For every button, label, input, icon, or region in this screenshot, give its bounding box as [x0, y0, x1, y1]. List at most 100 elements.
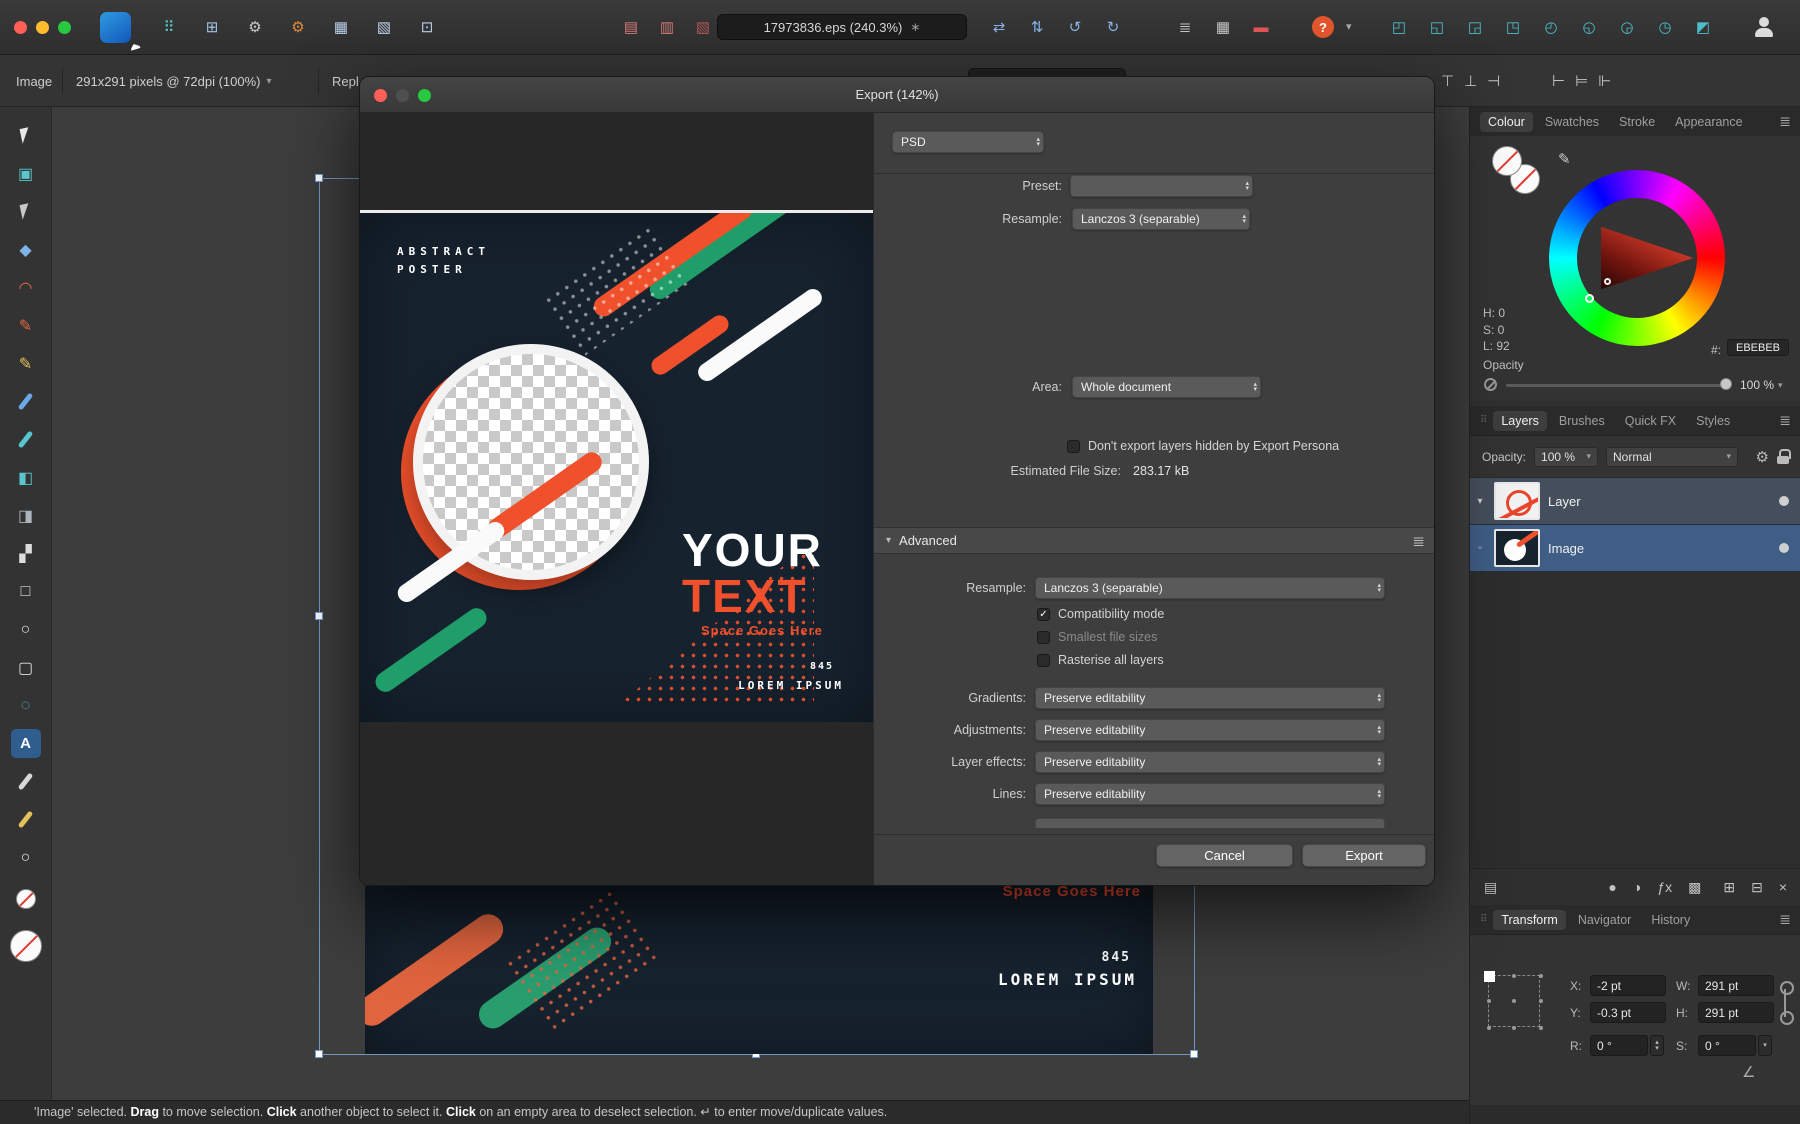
- h-input[interactable]: 291 pt: [1698, 1002, 1774, 1023]
- apps-grid-icon[interactable]: ⠿: [156, 15, 182, 39]
- insert-on-top-icon[interactable]: ▧: [690, 15, 716, 39]
- selection-handle-mid-left[interactable]: [315, 612, 323, 620]
- export-persona-icon[interactable]: ◰: [1386, 15, 1412, 39]
- shear-dropdown[interactable]: ▾: [1758, 1035, 1772, 1056]
- tab-appearance[interactable]: Appearance: [1667, 112, 1750, 132]
- flip-vertical-icon[interactable]: ⇅: [1024, 15, 1050, 39]
- panel-grip-icon[interactable]: ⠿: [1480, 415, 1487, 426]
- help-icon[interactable]: ?: [1312, 16, 1334, 38]
- add-layer-icon[interactable]: ⊞: [1723, 879, 1735, 896]
- advanced-menu-icon[interactable]: ≣: [1412, 532, 1425, 550]
- rectangle-tool-icon[interactable]: □: [11, 577, 41, 606]
- export-button[interactable]: Export: [1302, 844, 1426, 867]
- fill-colour-well[interactable]: [1492, 146, 1522, 176]
- layer-lock-icon[interactable]: [1777, 449, 1789, 464]
- point-transform-tool-icon[interactable]: ◆: [11, 235, 41, 264]
- compatibility-mode-checkbox[interactable]: ✓ Compatibility mode: [1037, 606, 1164, 622]
- layer-visibility-toggle[interactable]: [1779, 496, 1789, 506]
- replace-button[interactable]: Repl: [332, 55, 359, 107]
- document-title-dropdown[interactable]: 17973836.eps (240.3%) ∗: [717, 14, 967, 40]
- effects-panel-icon[interactable]: ◵: [1576, 15, 1602, 39]
- colour-picker-tool-icon[interactable]: [11, 767, 41, 796]
- stock-panel-icon[interactable]: ◳: [1500, 15, 1526, 39]
- tab-history[interactable]: History: [1643, 910, 1698, 930]
- tab-quick-fx[interactable]: Quick FX: [1617, 411, 1684, 431]
- minimize-window-button[interactable]: [36, 21, 49, 34]
- format-dropdown[interactable]: PSD ▴▾: [892, 131, 1044, 153]
- fx-icon[interactable]: ƒx: [1657, 879, 1672, 895]
- panel-menu-icon[interactable]: ≣: [1779, 412, 1791, 429]
- ruler-tool-icon[interactable]: [11, 805, 41, 834]
- snapping-candidates-icon[interactable]: ▧: [371, 15, 397, 39]
- shear-input[interactable]: 0 °: [1698, 1035, 1756, 1056]
- layers-opacity-dropdown[interactable]: 100 % ▾: [1534, 447, 1598, 467]
- tab-transform[interactable]: Transform: [1493, 910, 1566, 930]
- fullscreen-window-button[interactable]: [58, 21, 71, 34]
- panel-grip-icon[interactable]: ⠿: [1480, 914, 1487, 925]
- align-icon[interactable]: ≣: [1172, 15, 1198, 39]
- tab-swatches[interactable]: Swatches: [1537, 112, 1607, 132]
- shape-tool-icon[interactable]: ◌: [11, 691, 41, 720]
- resample-dropdown[interactable]: Lanczos 3 (separable) ▴▾: [1072, 208, 1250, 230]
- zoom-tool-icon[interactable]: ○: [11, 843, 41, 872]
- layers-panel-icon[interactable]: ◴: [1538, 15, 1564, 39]
- layer-settings-gear-icon[interactable]: ⚙: [1756, 448, 1769, 466]
- artboard-tool-icon[interactable]: ▣: [11, 159, 41, 188]
- adjustment-icon[interactable]: ◑: [1633, 879, 1641, 895]
- rotation-input[interactable]: 0 °: [1590, 1035, 1648, 1056]
- panel-menu-icon[interactable]: ≣: [1779, 113, 1791, 130]
- flip-horizontal-icon[interactable]: ⇄: [986, 15, 1012, 39]
- crop-tool-icon[interactable]: ▞: [11, 539, 41, 568]
- add-group-icon[interactable]: ⊟: [1751, 879, 1763, 896]
- preferences-gear-icon[interactable]: ⚙: [242, 15, 268, 39]
- x-input[interactable]: -2 pt: [1590, 975, 1666, 996]
- ellipse-tool-icon[interactable]: ○: [11, 615, 41, 644]
- colour-picker-icon[interactable]: ✎: [1558, 150, 1571, 168]
- history-panel-icon[interactable]: ◶: [1614, 15, 1640, 39]
- toolbar-overflow-chevron-icon[interactable]: ▾: [1346, 20, 1352, 33]
- pen-tool-icon[interactable]: ✎: [11, 311, 41, 340]
- fill-tool-icon[interactable]: ◧: [11, 463, 41, 492]
- lines-dropdown[interactable]: Preserve editability ▴▾: [1035, 783, 1385, 805]
- rotation-stepper[interactable]: ▴▾: [1650, 1035, 1664, 1056]
- panel-menu-icon[interactable]: ≣: [1779, 911, 1791, 928]
- stroke-colour-well[interactable]: [10, 930, 42, 962]
- layer-expand-icon[interactable]: ▫: [1474, 543, 1486, 554]
- tab-stroke[interactable]: Stroke: [1611, 112, 1663, 132]
- area-dropdown[interactable]: Whole document ▴▾: [1072, 376, 1261, 398]
- table-icon[interactable]: ▦: [1210, 15, 1236, 39]
- shear-mode-icon[interactable]: ∠: [1742, 1063, 1755, 1081]
- layer-thumbnail[interactable]: [1494, 529, 1540, 567]
- tab-colour[interactable]: Colour: [1480, 112, 1533, 132]
- rotate-ccw-icon[interactable]: ↺: [1062, 15, 1088, 39]
- advanced-resample-dropdown[interactable]: Lanczos 3 (separable) ▴▾: [1035, 577, 1385, 599]
- dialog-close-button[interactable]: [374, 89, 387, 102]
- advanced-section-header[interactable]: ▾ Advanced ≣: [874, 527, 1435, 554]
- text-tool-icon[interactable]: A: [11, 729, 41, 758]
- layer-expand-icon[interactable]: ▾: [1474, 496, 1486, 507]
- colour-wheel[interactable]: [1549, 170, 1725, 346]
- settings-gear-icon[interactable]: ⚙: [285, 15, 311, 39]
- tab-brushes[interactable]: Brushes: [1551, 411, 1613, 431]
- node-tool-icon[interactable]: [11, 197, 41, 226]
- layer-effects-dropdown[interactable]: Preserve editability ▴▾: [1035, 751, 1385, 773]
- pencil-tool-icon[interactable]: ✎: [11, 349, 41, 378]
- smallest-file-sizes-checkbox[interactable]: Smallest file sizes: [1037, 629, 1164, 645]
- layer-row[interactable]: ▾ Layer: [1470, 478, 1800, 525]
- layer-thumbnail[interactable]: [1494, 482, 1540, 520]
- align-bottom-icon[interactable]: ⊥: [1464, 72, 1477, 90]
- comment-icon[interactable]: ◲: [1462, 15, 1488, 39]
- snapping-options-icon[interactable]: ⊡: [414, 15, 440, 39]
- pages-icon[interactable]: ▤: [1484, 879, 1497, 896]
- opacity-slider[interactable]: [1506, 384, 1728, 387]
- transparency-tool-icon[interactable]: ◨: [11, 501, 41, 530]
- rotate-cw-icon[interactable]: ↻: [1100, 15, 1126, 39]
- w-input[interactable]: 291 pt: [1698, 975, 1774, 996]
- selection-handle-bottom-right[interactable]: [1190, 1050, 1198, 1058]
- snapping-icon[interactable]: ▦: [328, 15, 354, 39]
- y-input[interactable]: -0.3 pt: [1590, 1002, 1666, 1023]
- dialog-zoom-button[interactable]: [418, 89, 431, 102]
- tab-navigator[interactable]: Navigator: [1570, 910, 1640, 930]
- mask-icon[interactable]: ▩: [1688, 879, 1701, 896]
- delete-layer-icon[interactable]: ×: [1779, 879, 1787, 895]
